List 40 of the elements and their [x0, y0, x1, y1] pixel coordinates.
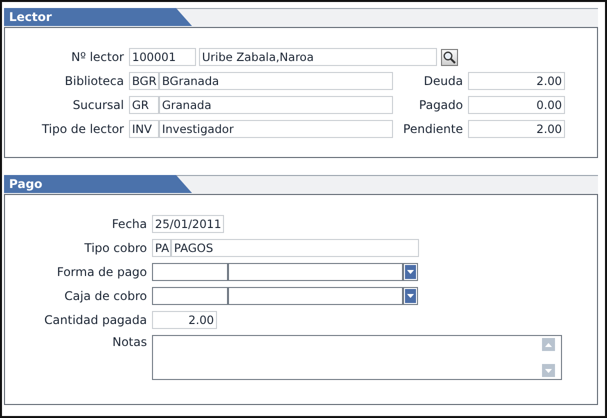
- amount-field[interactable]: 0.00: [468, 96, 565, 114]
- field-label: Forma de pago: [56, 265, 148, 279]
- dropdown-button[interactable]: [403, 287, 418, 305]
- select-field[interactable]: [228, 263, 403, 281]
- up-arrow-icon: [545, 342, 552, 346]
- reader-number-field[interactable]: 100001: [129, 48, 196, 66]
- field-label: Sucursal: [72, 98, 125, 112]
- down-arrow-icon: [407, 294, 414, 298]
- name-field[interactable]: Investigador: [159, 120, 393, 138]
- down-arrow-icon: [545, 368, 552, 372]
- select-field[interactable]: [228, 287, 403, 305]
- search-button[interactable]: [441, 48, 458, 66]
- name-field[interactable]: PAGOS: [171, 239, 419, 257]
- field-label: Nº lector: [70, 50, 125, 64]
- amount-field[interactable]: 2.00: [152, 311, 217, 329]
- amount-field[interactable]: 2.00: [468, 120, 565, 138]
- field-label: Tipo de lector: [40, 122, 125, 136]
- field-label: Biblioteca: [64, 74, 125, 88]
- code-field[interactable]: [152, 287, 228, 305]
- field-label: Pagado: [418, 98, 464, 112]
- field-label: Deuda: [422, 74, 464, 88]
- code-field[interactable]: GR: [129, 96, 159, 114]
- code-field[interactable]: BGR: [129, 72, 159, 90]
- search-icon: [443, 50, 456, 64]
- amount-field[interactable]: 2.00: [468, 72, 565, 90]
- field-label: Cantidad pagada: [43, 313, 148, 327]
- dropdown-button[interactable]: [403, 263, 418, 281]
- code-field[interactable]: INV: [129, 120, 159, 138]
- name-field[interactable]: Granada: [159, 96, 393, 114]
- field-label: Caja de cobro: [63, 289, 148, 303]
- field-label: Pendiente: [402, 122, 464, 136]
- down-arrow-icon: [407, 270, 414, 274]
- date-field[interactable]: 25/01/2011: [152, 215, 224, 233]
- field-label: Notas: [111, 335, 148, 349]
- field-label: Fecha: [110, 217, 148, 231]
- reader-name-field[interactable]: Uribe Zabala,Naroa: [199, 48, 437, 66]
- name-field[interactable]: BGranada: [159, 72, 393, 90]
- code-field[interactable]: [152, 263, 228, 281]
- field-label: Tipo cobro: [83, 241, 148, 255]
- code-field[interactable]: PA: [152, 239, 171, 257]
